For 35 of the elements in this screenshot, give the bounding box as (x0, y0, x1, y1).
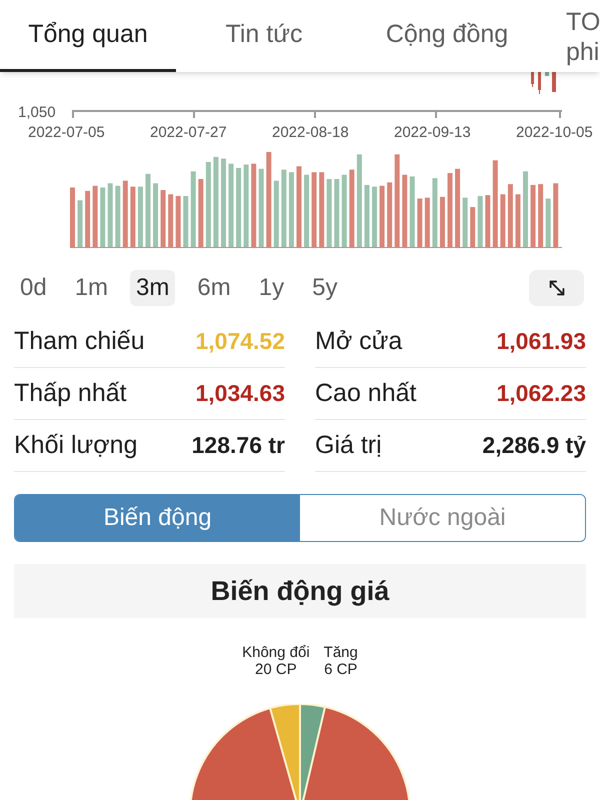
stat-label: Giá trị (315, 430, 382, 461)
period-button[interactable]: 0d (14, 270, 53, 306)
expand-button[interactable] (529, 270, 584, 306)
period-button[interactable]: 5y (306, 270, 344, 306)
axis-label: 1,050 (18, 103, 56, 123)
date-label: 2022-07-27 (150, 123, 228, 143)
date-label: 2022-09-13 (394, 123, 472, 143)
tab[interactable]: Cộng đồng (352, 0, 542, 72)
stat-value: 1,034.63 (195, 379, 285, 408)
period-button[interactable]: 3m (130, 270, 176, 306)
stat-value: 1,062.23 (496, 379, 586, 408)
tab[interactable]: Tin tức (176, 0, 352, 72)
tab[interactable]: Tổng quan (0, 0, 176, 72)
pie-count: 20 CP (255, 661, 297, 678)
toggle-option[interactable]: Biến động (15, 495, 300, 541)
section-title: Biến động giá (210, 574, 390, 608)
stat-label: Tham chiếu (14, 326, 145, 357)
stat-value: 1,074.52 (195, 327, 285, 356)
date-label: 2022-10-05 (516, 123, 594, 143)
date-label: 2022-07-05 (28, 123, 106, 143)
stat-label: Khối lượng (14, 430, 138, 461)
stat-label: Mở cửa (315, 326, 402, 357)
stat-value: 1,061.93 (496, 327, 586, 356)
period-button[interactable]: 1y (252, 270, 290, 306)
stat-value: 2,286.9 tỷ (482, 431, 586, 460)
stat-value: 128.76 tr (192, 431, 285, 460)
pie-label: Không đổi (242, 644, 310, 661)
period-button[interactable]: 1m (68, 270, 114, 306)
stat-label: Thấp nhất (14, 378, 127, 409)
date-label: 2022-08-18 (272, 123, 350, 143)
pie-label: Tăng (324, 644, 358, 661)
stat-label: Cao nhất (315, 378, 416, 409)
tab[interactable]: TO phi (566, 0, 600, 72)
period-button[interactable]: 6m (191, 270, 237, 306)
pie-count: 6 CP (324, 661, 358, 678)
